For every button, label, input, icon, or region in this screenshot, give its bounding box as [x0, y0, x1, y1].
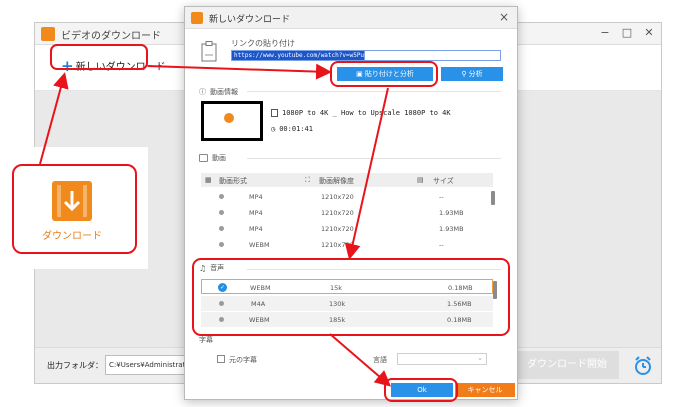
link-document-icon — [201, 41, 217, 62]
analyze-button[interactable]: ⚲ 分析 — [441, 67, 503, 81]
row-resolution: 1210x720 — [321, 193, 354, 201]
divider — [247, 91, 501, 92]
video-row[interactable]: MP4 1210x720 1.93MB — [201, 221, 493, 236]
language-select[interactable]: ⌄ — [397, 353, 487, 365]
video-row[interactable]: WEBM 1210x720 -- — [201, 237, 493, 252]
original-subtitle-checkbox[interactable] — [217, 355, 225, 363]
row-size: -- — [439, 241, 444, 249]
header-format: 動画形式 — [219, 177, 247, 185]
row-size: 1.93MB — [439, 209, 464, 217]
radio-dot[interactable] — [219, 226, 224, 231]
row-resolution: 1210x720 — [321, 241, 354, 249]
film-icon — [199, 154, 208, 162]
alarm-clock-icon[interactable] — [631, 354, 655, 378]
output-folder-label: 出力フォルダ： — [47, 361, 103, 370]
row-size: -- — [439, 193, 444, 201]
original-subtitle-label: 元の字幕 — [229, 356, 257, 364]
row-format: MP4 — [249, 193, 263, 201]
play-icon — [224, 113, 234, 123]
close-icon[interactable]: ✕ — [643, 26, 655, 39]
video-row[interactable]: MP4 1210x720 1.93MB — [201, 205, 493, 220]
row-format: MP4 — [249, 225, 263, 233]
video-duration: 00:01:41 — [279, 125, 313, 133]
size-icon: ▤ — [417, 176, 424, 184]
video-info-heading: 動画情報 — [210, 88, 238, 96]
header-size: サイズ — [433, 177, 454, 185]
video-thumbnail — [201, 101, 263, 141]
row-format: MP4 — [249, 209, 263, 217]
row-resolution: 1210x720 — [321, 225, 354, 233]
video-duration-row: ◷ 00:01:41 — [271, 125, 313, 133]
file-icon — [271, 109, 278, 117]
maximize-icon[interactable]: □ — [621, 26, 633, 39]
video-section: 動画 — [199, 153, 226, 163]
url-input-area[interactable] — [365, 50, 501, 61]
highlight-paste-analyze — [330, 61, 438, 87]
video-title-row: 1080P to 4K _ How to Upscale 1080P to 4K — [271, 109, 451, 117]
start-download-button[interactable]: ダウンロード開始 — [515, 351, 619, 379]
info-icon: ⓘ — [199, 88, 206, 96]
highlight-new-download — [50, 44, 148, 70]
highlight-audio-list — [192, 258, 510, 336]
highlight-ok-button — [384, 378, 458, 402]
url-input[interactable]: https://www.youtube.com/watch?v=w5PuP8uy… — [231, 50, 365, 61]
window-controls: − □ ✕ — [599, 26, 655, 39]
cancel-button[interactable]: キャンセル — [455, 383, 515, 397]
video-heading: 動画 — [212, 154, 226, 162]
header-resolution: 動画解像度 — [319, 177, 354, 185]
row-resolution: 1210x720 — [321, 209, 354, 217]
radio-dot[interactable] — [219, 194, 224, 199]
radio-dot[interactable] — [219, 210, 224, 215]
video-table-header: ▦ 動画形式 ⛶ 動画解像度 ▤ サイズ — [201, 173, 493, 187]
divider — [247, 158, 501, 159]
minimize-icon[interactable]: − — [599, 26, 611, 39]
radio-dot[interactable] — [219, 242, 224, 247]
dialog-title-bar: 新しいダウンロード × — [185, 7, 517, 29]
resolution-icon: ⛶ — [305, 176, 310, 184]
subtitle-heading: 字幕 — [199, 336, 213, 344]
highlight-download-card — [12, 164, 137, 254]
dialog-title: 新しいダウンロード — [209, 15, 291, 25]
video-title: 1080P to 4K _ How to Upscale 1080P to 4K — [282, 109, 451, 117]
chevron-down-icon: ⌄ — [477, 354, 483, 362]
row-format: WEBM — [249, 241, 270, 249]
analyze-label: 分析 — [468, 70, 483, 78]
video-scrollbar[interactable] — [491, 191, 495, 205]
row-size: 1.93MB — [439, 225, 464, 233]
format-icon: ▦ — [205, 176, 212, 184]
dialog-app-icon — [191, 12, 203, 24]
video-info-section: ⓘ 動画情報 — [199, 87, 238, 97]
link-label: リンクの貼り付け — [231, 39, 295, 48]
clock-icon: ◷ — [271, 125, 276, 133]
language-label: 言語 — [373, 356, 387, 364]
app-icon — [41, 27, 55, 41]
video-row[interactable]: MP4 1210x720 -- — [201, 189, 493, 204]
main-window-title: ビデオのダウンロード — [61, 31, 161, 42]
search-icon: ⚲ — [461, 70, 469, 78]
dialog-close-icon[interactable]: × — [499, 10, 509, 24]
